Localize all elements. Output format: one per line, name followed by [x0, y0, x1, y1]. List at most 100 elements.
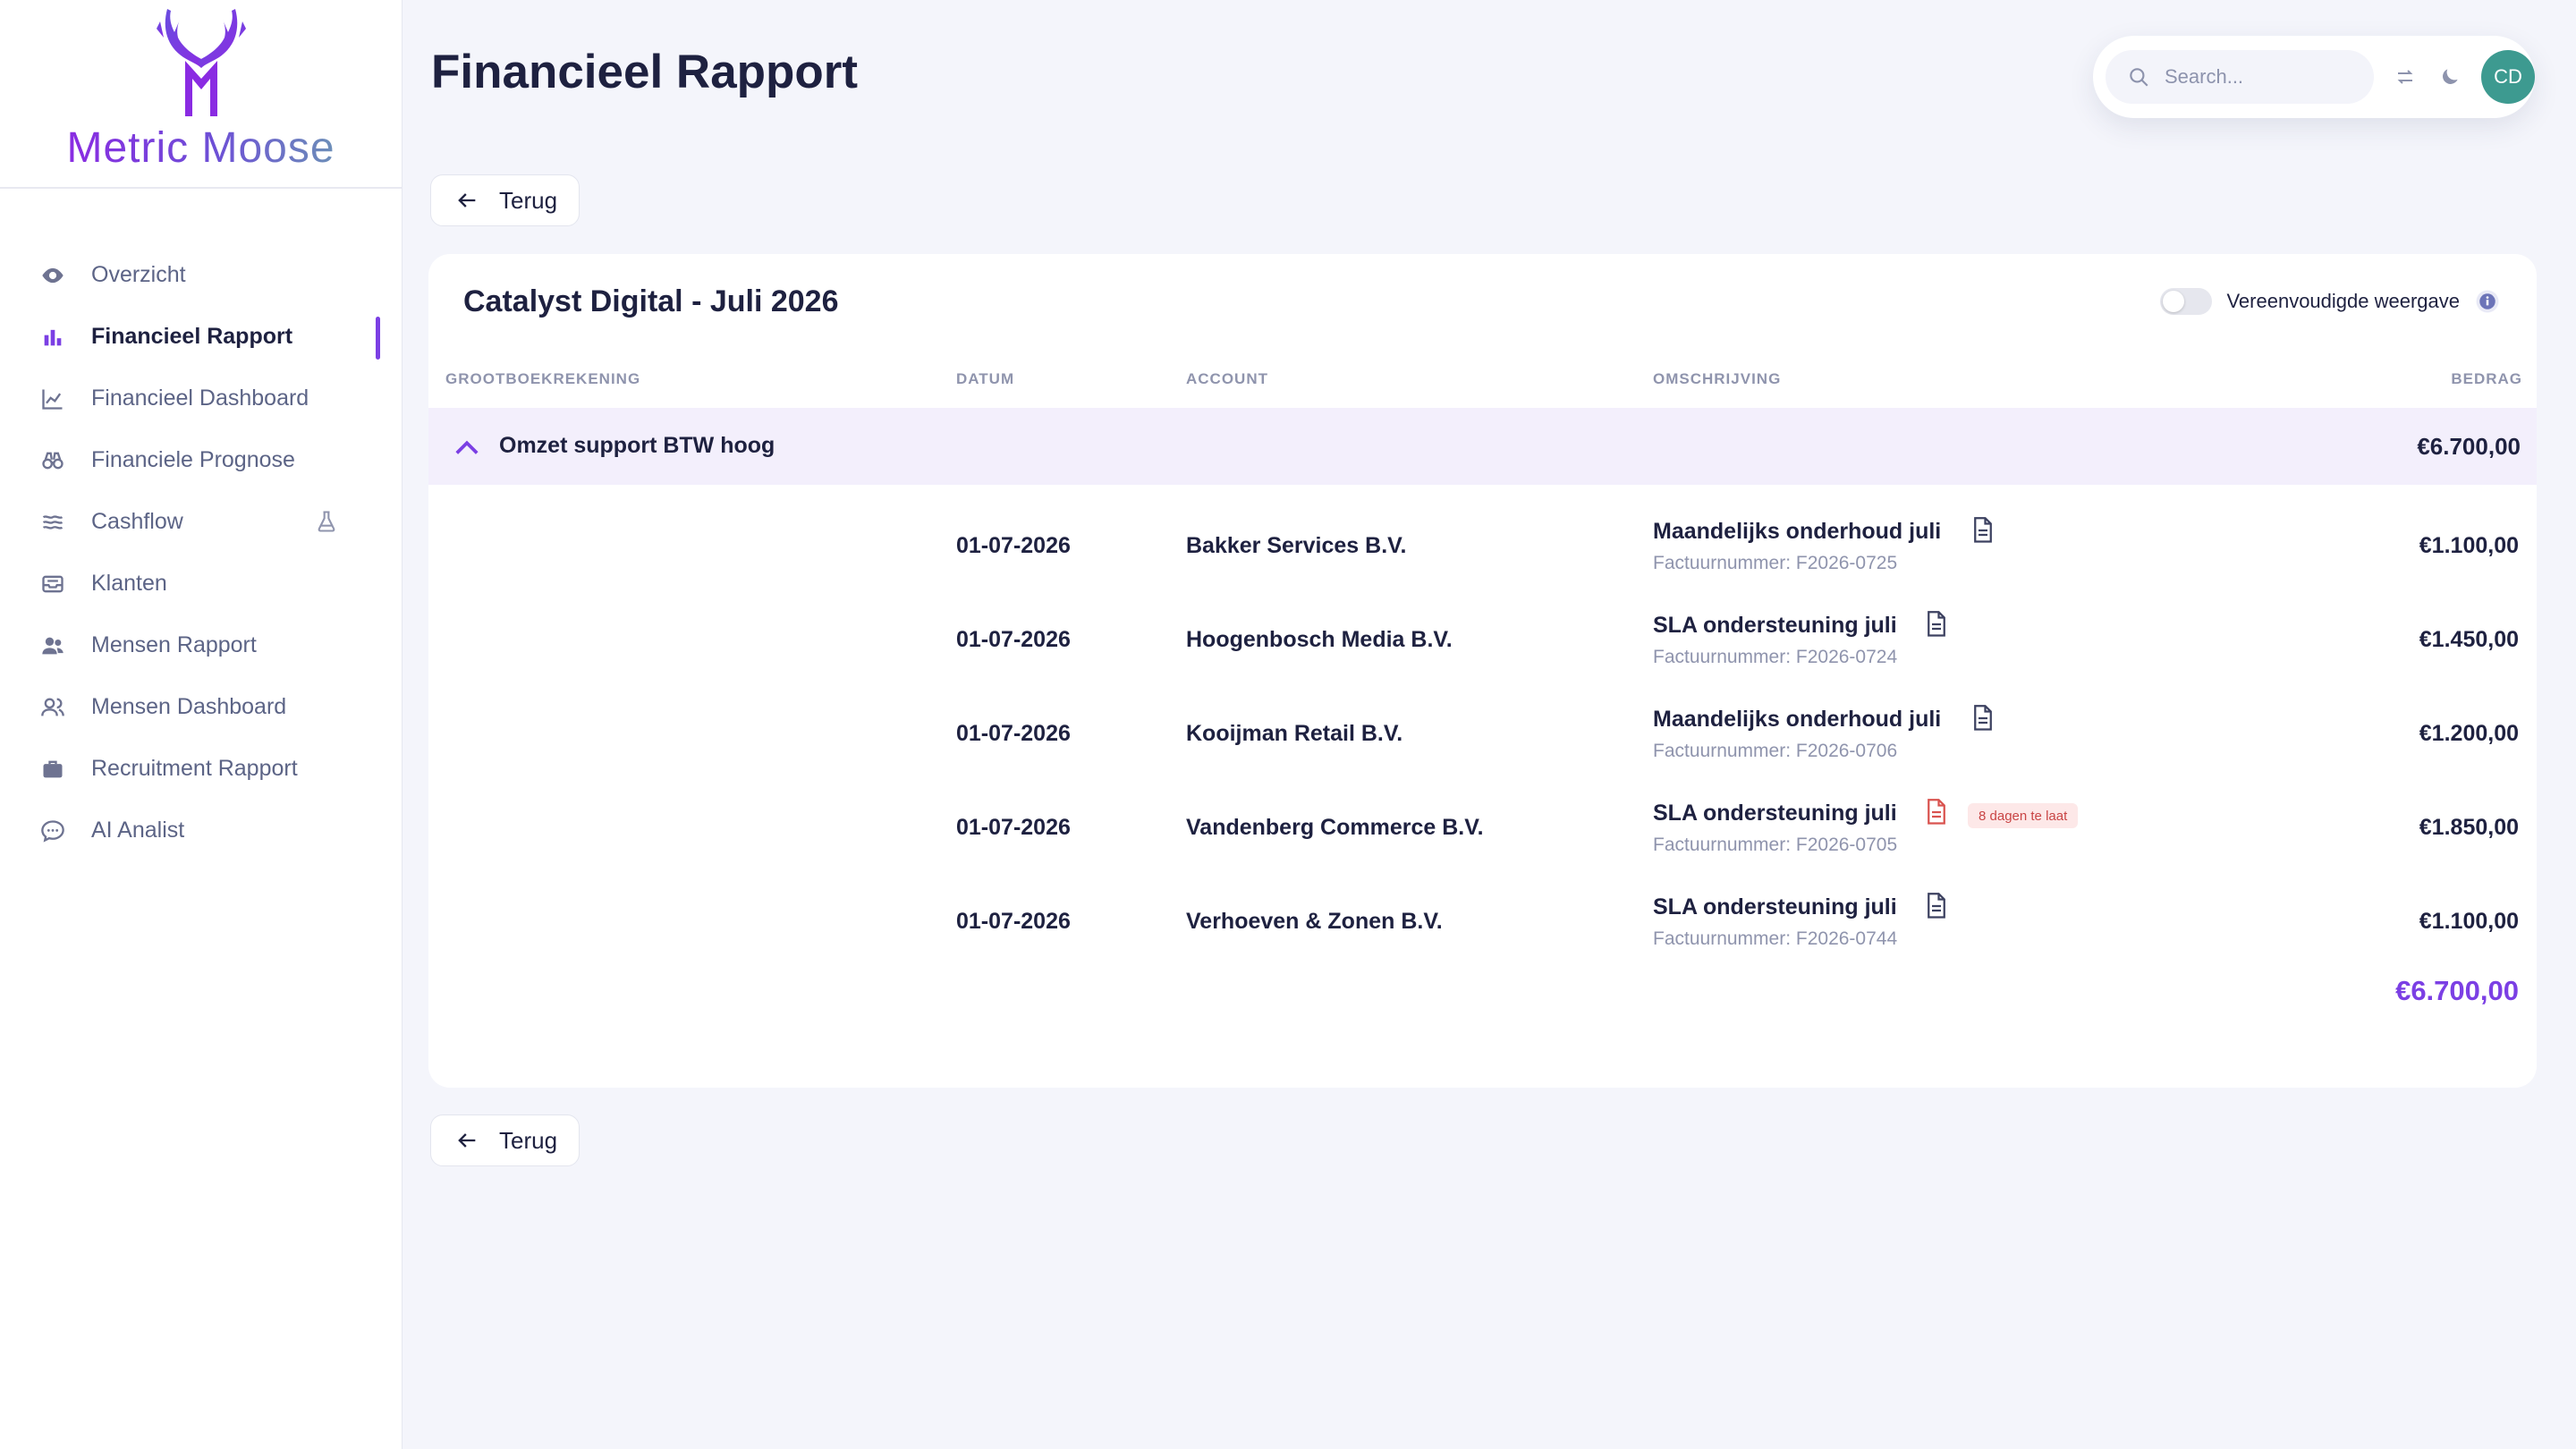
document-icon[interactable] — [1925, 893, 1948, 919]
row-amount: €1.100,00 — [2419, 909, 2519, 934]
moon-icon[interactable] — [2436, 64, 2463, 90]
search-box[interactable] — [2106, 50, 2374, 104]
column-header-ledger[interactable]: Grootboekrekening — [445, 370, 640, 388]
row-description: SLA ondersteuning juli — [1653, 613, 1897, 638]
chevron-up-icon[interactable] — [453, 435, 480, 458]
group-label: Omzet support BTW hoog — [499, 433, 775, 458]
back-button-top[interactable]: Terug — [430, 174, 580, 226]
row-description: Maandelijks onderhoud juli — [1653, 707, 1942, 732]
simplified-view-toggle[interactable] — [2160, 288, 2213, 315]
sidebar-item-label: Klanten — [91, 571, 167, 596]
row-invoice-number: Factuurnummer: F2026-0705 — [1653, 835, 1898, 855]
table-row[interactable]: 01-07-2026 Kooijman Retail B.V. Maandeli… — [428, 682, 2537, 775]
sidebar-item-label: Financiele Prognose — [91, 447, 295, 472]
sidebar-item-financieel-rapport[interactable]: Financieel Rapport — [0, 306, 402, 368]
logo-text: Metric Moose — [66, 124, 335, 172]
row-date: 01-07-2026 — [956, 627, 1071, 652]
sidebar-nav: Overzicht Financieel Rapport Financieel … — [0, 189, 402, 861]
sidebar-item-overzicht[interactable]: Overzicht — [0, 244, 402, 306]
topbar: CD — [2093, 36, 2535, 118]
toggle-label: Vereenvoudigde weergave — [2226, 290, 2460, 312]
sidebar-item-label: Mensen Dashboard — [91, 694, 287, 719]
sidebar-item-cashflow[interactable]: Cashflow — [0, 491, 402, 553]
eye-icon — [39, 262, 66, 289]
row-description: Maandelijks onderhoud juli — [1653, 519, 1942, 544]
row-date: 01-07-2026 — [956, 909, 1071, 934]
group-amount: €6.700,00 — [2417, 433, 2521, 460]
table-row[interactable]: 01-07-2026 Bakker Services B.V. Maandeli… — [428, 494, 2537, 588]
sidebar-item-mensen-dashboard[interactable]: Mensen Dashboard — [0, 676, 402, 738]
row-date: 01-07-2026 — [956, 533, 1071, 558]
column-header-account[interactable]: Account — [1186, 370, 1268, 388]
document-overdue-icon[interactable] — [1925, 799, 1948, 826]
search-icon — [2130, 68, 2148, 87]
row-amount: €1.850,00 — [2419, 815, 2519, 840]
sidebar-item-ai-analist[interactable]: AI Analist — [0, 800, 402, 861]
sidebar-item-recruitment-rapport[interactable]: Recruitment Rapport — [0, 738, 402, 800]
document-icon[interactable] — [1971, 517, 1995, 544]
sidebar-item-financiele-prognose[interactable]: Financiele Prognose — [0, 429, 402, 491]
sidebar-item-label: Financieel Rapport — [91, 324, 293, 349]
sidebar-item-label: Overzicht — [91, 262, 186, 287]
document-icon[interactable] — [1971, 705, 1995, 732]
row-account: Vandenberg Commerce B.V. — [1186, 815, 1484, 840]
info-icon[interactable] — [2474, 288, 2501, 315]
table-row[interactable]: 01-07-2026 Verhoeven & Zonen B.V. SLA on… — [428, 869, 2537, 963]
back-button-label: Terug — [499, 186, 558, 214]
column-header-amount[interactable]: Bedrag — [2451, 370, 2522, 388]
column-header-date[interactable]: Datum — [956, 370, 1014, 388]
row-amount: €1.450,00 — [2419, 627, 2519, 652]
row-account: Kooijman Retail B.V. — [1186, 721, 1403, 746]
row-account: Verhoeven & Zonen B.V. — [1186, 909, 1443, 934]
briefcase-icon — [39, 756, 66, 783]
sidebar-item-klanten[interactable]: Klanten — [0, 553, 402, 614]
sidebar-item-mensen-rapport[interactable]: Mensen Rapport — [0, 614, 402, 676]
chat-bubble-icon — [39, 818, 66, 844]
sidebar: Metric Moose Overzicht Financieel Rappor… — [0, 0, 402, 1449]
sidebar-item-label: Financieel Dashboard — [91, 386, 309, 411]
total-amount: €6.700,00 — [2395, 975, 2519, 1006]
sidebar-item-financieel-dashboard[interactable]: Financieel Dashboard — [0, 368, 402, 429]
binoculars-icon — [39, 447, 66, 474]
sidebar-item-label: AI Analist — [91, 818, 185, 843]
row-amount: €1.200,00 — [2419, 721, 2519, 746]
search-input[interactable] — [2165, 65, 2361, 89]
row-date: 01-07-2026 — [956, 815, 1071, 840]
sidebar-item-label: Cashflow — [91, 509, 183, 534]
card-title: Catalyst Digital - Juli 2026 — [463, 284, 839, 318]
row-description: SLA ondersteuning juli — [1653, 801, 1897, 826]
table-row[interactable]: 01-07-2026 Hoogenbosch Media B.V. SLA on… — [428, 588, 2537, 682]
row-invoice-number: Factuurnummer: F2026-0725 — [1653, 553, 1898, 573]
table-row[interactable]: 01-07-2026 Vandenberg Commerce B.V. SLA … — [428, 775, 2537, 869]
arrow-left-icon — [458, 193, 476, 208]
avatar[interactable]: CD — [2481, 50, 2535, 104]
row-account: Bakker Services B.V. — [1186, 533, 1407, 558]
back-button-label: Terug — [499, 1126, 558, 1154]
moose-logo-icon — [156, 9, 246, 116]
report-card: Catalyst Digital - Juli 2026 Vereenvoudi… — [428, 254, 2537, 1088]
simplified-view-toggle-wrap: Vereenvoudigde weergave — [2160, 288, 2501, 315]
users-outline-icon — [39, 694, 66, 721]
users-icon — [39, 632, 66, 659]
arrow-left-icon — [458, 1133, 476, 1148]
column-header-description[interactable]: Omschrijving — [1653, 370, 1781, 388]
filter-swap-icon[interactable] — [2392, 64, 2419, 90]
logo[interactable]: Metric Moose — [0, 0, 402, 189]
bar-chart-icon — [39, 324, 66, 351]
row-description: SLA ondersteuning juli — [1653, 894, 1897, 919]
flask-icon — [318, 511, 335, 532]
late-badge: 8 dagen te laat — [1968, 803, 2079, 828]
inbox-icon — [39, 571, 66, 597]
sidebar-item-label: Mensen Rapport — [91, 632, 257, 657]
row-date: 01-07-2026 — [956, 721, 1071, 746]
row-invoice-number: Factuurnummer: F2026-0744 — [1653, 928, 1898, 949]
group-row[interactable]: Omzet support BTW hoog €6.700,00 — [428, 408, 2537, 485]
document-icon[interactable] — [1925, 611, 1948, 638]
row-amount: €1.100,00 — [2419, 533, 2519, 558]
back-button-bottom[interactable]: Terug — [430, 1114, 580, 1166]
row-account: Hoogenbosch Media B.V. — [1186, 627, 1453, 652]
waves-icon — [39, 509, 66, 536]
sidebar-item-label: Recruitment Rapport — [91, 756, 298, 781]
row-invoice-number: Factuurnummer: F2026-0724 — [1653, 647, 1898, 667]
page-title: Financieel Rapport — [431, 46, 859, 98]
